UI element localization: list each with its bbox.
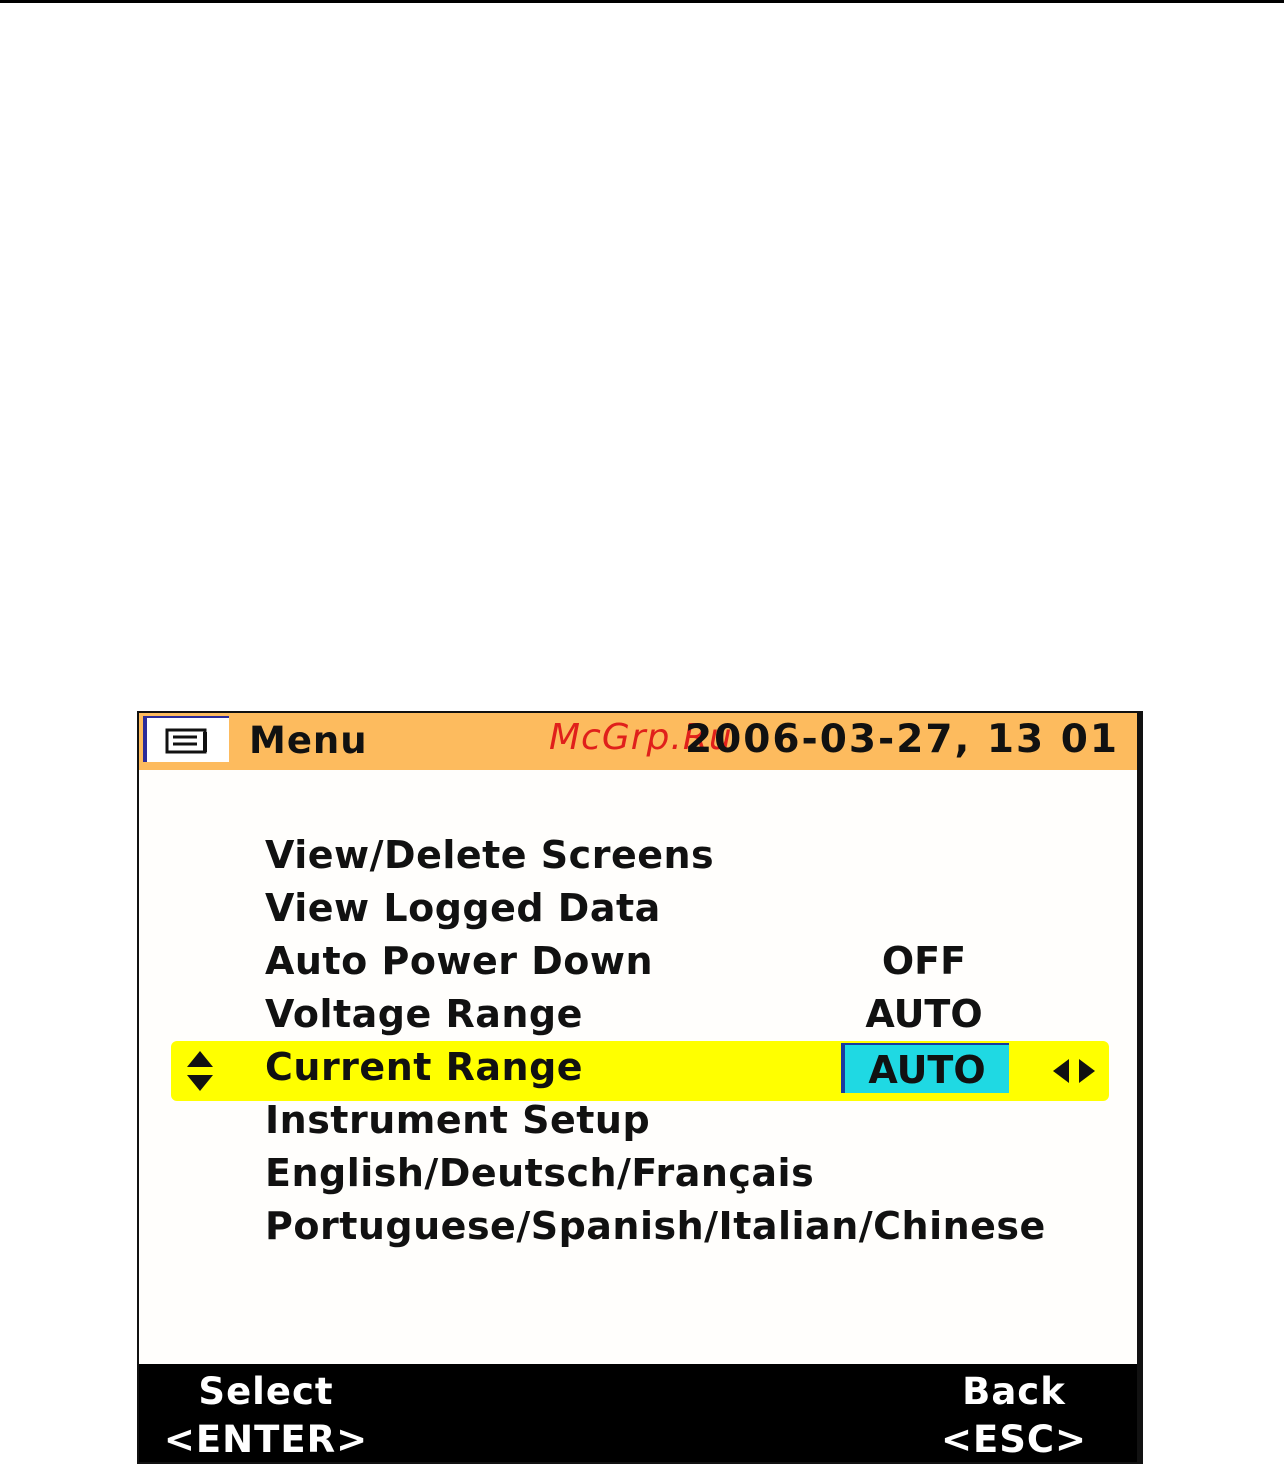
top-rule: [0, 0, 1284, 3]
esc-key-hint: <ESC>: [940, 1418, 1088, 1461]
select-button[interactable]: Select <ENTER>: [161, 1368, 371, 1462]
menu-item-value: OFF: [881, 939, 967, 983]
menu-item-label: View Logged Data: [265, 886, 661, 930]
menu-list: View/Delete Screens View Logged Data Aut…: [139, 831, 1137, 1255]
menu-item-label: View/Delete Screens: [265, 833, 715, 877]
menu-screen-icon: [165, 728, 207, 754]
instrument-screen: Menu McGrp.Ru 2006-03-27, 13 01 View/Del…: [137, 711, 1143, 1464]
menu-item-view-delete-screens[interactable]: View/Delete Screens: [139, 831, 1137, 884]
up-down-arrows-icon: [187, 1051, 213, 1091]
menu-item-label: English/Deutsch/Français: [265, 1151, 815, 1195]
menu-icon-button[interactable]: [143, 716, 229, 762]
menu-item-label: Instrument Setup: [265, 1098, 651, 1142]
menu-item-label: Auto Power Down: [265, 939, 654, 983]
menu-item-value: AUTO: [865, 992, 983, 1036]
datetime-display: 2006-03-27, 13 01: [685, 717, 1119, 762]
menu-item-language-1[interactable]: English/Deutsch/Français: [139, 1149, 1137, 1202]
left-right-arrows-icon[interactable]: [1051, 1057, 1097, 1085]
menu-item-instrument-setup[interactable]: Instrument Setup: [139, 1096, 1137, 1149]
menu-item-label: Current Range: [265, 1045, 584, 1089]
menu-item-label: Voltage Range: [265, 992, 583, 1036]
menu-item-auto-power-down[interactable]: Auto Power Down OFF: [139, 937, 1137, 990]
page-title: Menu: [249, 719, 368, 762]
menu-item-current-range[interactable]: Current Range AUTO: [139, 1041, 1137, 1101]
header-bar: Menu McGrp.Ru 2006-03-27, 13 01: [139, 713, 1137, 770]
menu-item-view-logged-data[interactable]: View Logged Data: [139, 884, 1137, 937]
enter-key-hint: <ENTER>: [163, 1418, 369, 1461]
select-label: Select: [198, 1370, 334, 1413]
menu-item-voltage-range[interactable]: Voltage Range AUTO: [139, 990, 1137, 1043]
softkey-bar: Select <ENTER> Back <ESC>: [139, 1364, 1137, 1462]
back-button[interactable]: Back <ESC>: [939, 1368, 1089, 1462]
menu-item-label: Portuguese/Spanish/Italian/Chinese: [265, 1204, 1046, 1248]
current-range-value[interactable]: AUTO: [841, 1043, 1009, 1093]
back-label: Back: [962, 1370, 1066, 1413]
menu-item-language-2[interactable]: Portuguese/Spanish/Italian/Chinese: [139, 1202, 1137, 1255]
